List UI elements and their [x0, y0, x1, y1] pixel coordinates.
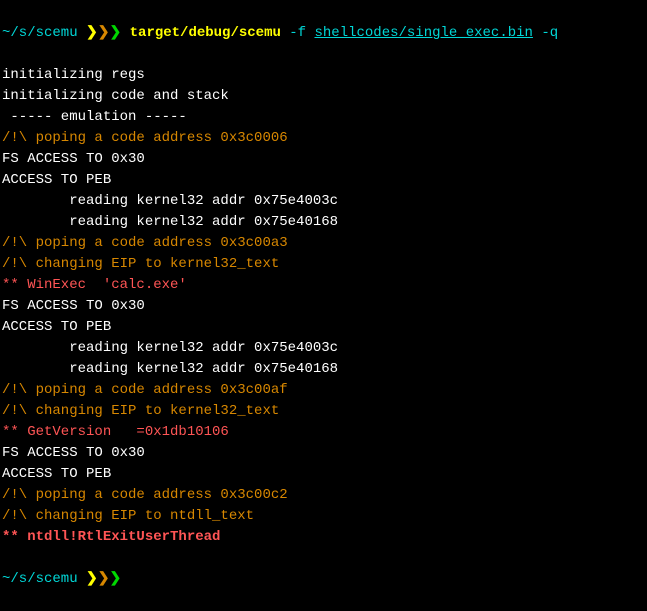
output-line: ** ntdll!RtlExitUserThread — [2, 527, 645, 548]
prompt-line-1[interactable]: ~/s/scemu ❯❯❯ target/debug/scemu -f shel… — [2, 23, 645, 44]
output-line: /!\ changing EIP to kernel32_text — [2, 401, 645, 422]
output-block: initializing regsinitializing code and s… — [2, 65, 645, 548]
output-line: ACCESS TO PEB — [2, 317, 645, 338]
output-line: reading kernel32 addr 0x75e40168 — [2, 212, 645, 233]
command-flag: -f — [281, 25, 315, 41]
cwd-path: ~/s/scemu — [2, 25, 78, 41]
output-line: ** GetVersion =0x1db10106 — [2, 422, 645, 443]
command-binary: target/debug/scemu — [130, 25, 281, 41]
command-flag: -q — [533, 25, 558, 41]
output-line: ----- emulation ----- — [2, 107, 645, 128]
prompt-line-2[interactable]: ~/s/scemu ❯❯❯ — [2, 569, 645, 590]
output-line: /!\ poping a code address 0x3c00c2 — [2, 485, 645, 506]
chevron-icon: ❯ — [86, 25, 98, 41]
output-line: reading kernel32 addr 0x75e4003c — [2, 191, 645, 212]
terminal-output[interactable]: ~/s/scemu ❯❯❯ target/debug/scemu -f shel… — [2, 2, 645, 611]
output-line: /!\ poping a code address 0x3c00a3 — [2, 233, 645, 254]
output-line: initializing code and stack — [2, 86, 645, 107]
output-line: /!\ changing EIP to ntdll_text — [2, 506, 645, 527]
output-line: /!\ poping a code address 0x3c0006 — [2, 128, 645, 149]
cwd-path: ~/s/scemu — [2, 571, 78, 587]
output-line: ** WinExec 'calc.exe' — [2, 275, 645, 296]
output-line: reading kernel32 addr 0x75e4003c — [2, 338, 645, 359]
output-line: /!\ changing EIP to kernel32_text — [2, 254, 645, 275]
chevron-icon: ❯ — [110, 571, 122, 587]
output-line: ACCESS TO PEB — [2, 170, 645, 191]
chevron-icon: ❯ — [86, 571, 98, 587]
output-line: initializing regs — [2, 65, 645, 86]
output-line: FS ACCESS TO 0x30 — [2, 443, 645, 464]
output-line: ACCESS TO PEB — [2, 464, 645, 485]
chevron-icon: ❯ — [98, 571, 110, 587]
chevron-icon: ❯ — [98, 25, 110, 41]
output-line: FS ACCESS TO 0x30 — [2, 296, 645, 317]
output-line: FS ACCESS TO 0x30 — [2, 149, 645, 170]
output-line: reading kernel32 addr 0x75e40168 — [2, 359, 645, 380]
output-line: /!\ poping a code address 0x3c00af — [2, 380, 645, 401]
command-filepath: shellcodes/single_exec.bin — [314, 25, 532, 41]
chevron-icon: ❯ — [110, 25, 122, 41]
